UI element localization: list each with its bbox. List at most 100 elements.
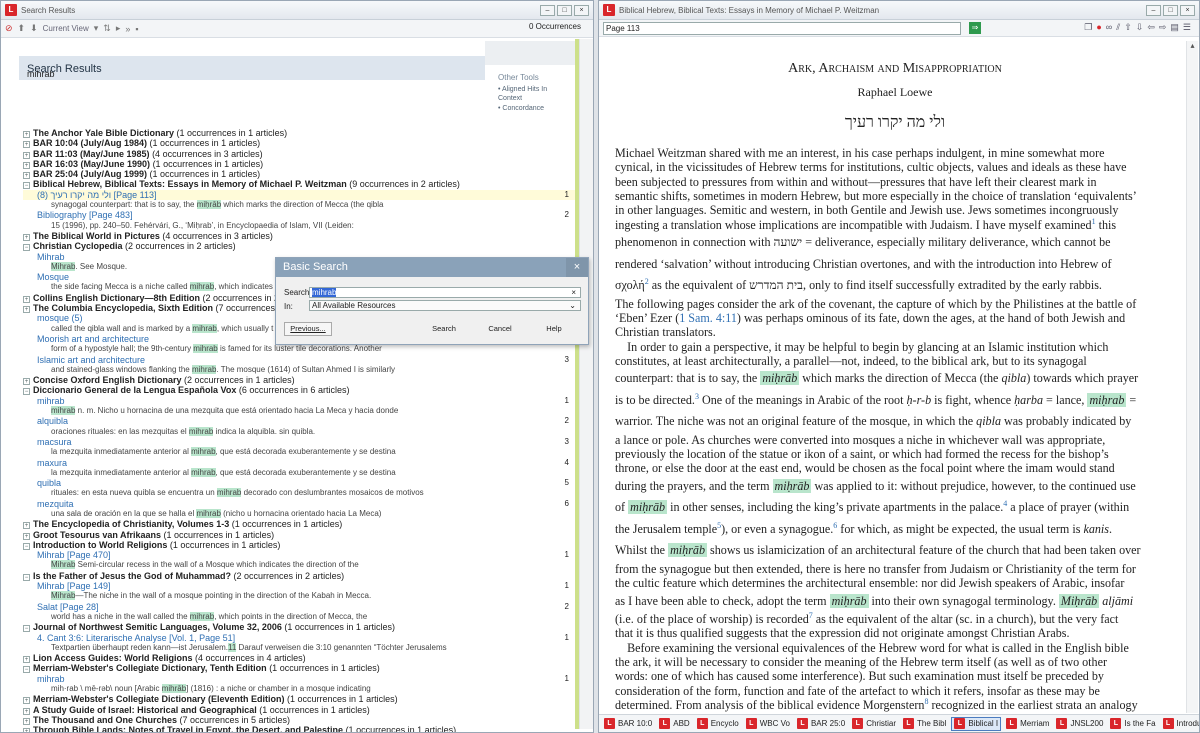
- resource-result-row[interactable]: − Biblical Hebrew, Biblical Texts: Essays…: [23, 179, 575, 190]
- resource-tab[interactable]: L WBC Vo: [744, 717, 792, 731]
- play-icon[interactable]: ▸: [116, 23, 121, 34]
- snippet-row[interactable]: rituales: en esta nueva quibla se encuen…: [23, 488, 575, 498]
- close-button[interactable]: ×: [574, 5, 589, 16]
- resource-result-row[interactable]: + Through Bible Lands: Notes of Travel in…: [23, 725, 575, 732]
- snippet-row[interactable]: synagogal counterpart: that is to say, t…: [23, 200, 575, 210]
- collapse-icon[interactable]: −: [23, 666, 30, 674]
- resource-result-row[interactable]: − Journal of Northwest Semitic Languages,…: [23, 622, 575, 633]
- search-input[interactable]: mihrab ×: [309, 287, 581, 298]
- collapse-icon[interactable]: −: [23, 182, 30, 190]
- article-result-row[interactable]: Salat [Page 28] 2: [23, 602, 575, 612]
- snippet-row[interactable]: Mihrab Semi-circular recess in the wall …: [23, 560, 575, 570]
- copy-icon[interactable]: ❐: [1084, 22, 1092, 33]
- expand-icon[interactable]: +: [23, 172, 30, 180]
- dialog-close-button[interactable]: ×: [566, 258, 588, 277]
- expand-icon[interactable]: +: [23, 728, 30, 732]
- forward-icon[interactable]: ⇨: [1159, 22, 1167, 33]
- up-icon[interactable]: ⇧: [1124, 22, 1132, 33]
- expand-icon[interactable]: +: [23, 131, 30, 138]
- resource-result-row[interactable]: + Merriam-Webster's Collegiate Dictionary…: [23, 694, 575, 705]
- article-result-row[interactable]: mezquita 6: [23, 499, 575, 509]
- collapse-icon[interactable]: −: [23, 573, 30, 581]
- menu-icon[interactable]: ☰: [1183, 22, 1191, 33]
- back-icon[interactable]: ⇦: [1147, 22, 1155, 33]
- article-result-row[interactable]: maxura 4: [23, 458, 575, 468]
- link-icon[interactable]: ∞: [1106, 22, 1112, 33]
- resource-result-row[interactable]: + Concise Oxford English Dictionary (2 oc…: [23, 375, 575, 386]
- resource-select[interactable]: All Available Resources ⌄: [309, 300, 581, 311]
- resource-result-row[interactable]: − Diccionario General de la Lengua Españo…: [23, 385, 575, 396]
- expand-icon[interactable]: +: [23, 378, 30, 386]
- expand-icon[interactable]: +: [23, 233, 30, 241]
- resource-tab[interactable]: L JNSL200: [1054, 717, 1105, 731]
- expand-icon[interactable]: +: [23, 151, 30, 159]
- snippet-row[interactable]: mih·rab \ mē-rəb\ noun [Arabic mihrāb] (…: [23, 684, 575, 694]
- article-result-row[interactable]: quibla 5: [23, 478, 575, 488]
- expand-icon[interactable]: +: [23, 707, 30, 715]
- snippet-row[interactable]: and stained-glass windows flanking the m…: [23, 364, 575, 375]
- resource-tab[interactable]: L Encyclo: [695, 717, 741, 731]
- previous-button[interactable]: Previous...: [284, 322, 332, 336]
- article-result-row[interactable]: 4. Cant 3:6: Literarische Analyse [Vol. …: [23, 633, 575, 643]
- search-button[interactable]: Search: [424, 322, 464, 336]
- resource-result-row[interactable]: + BAR 11:03 (May/June 1985) (4 occurrence…: [23, 149, 575, 159]
- resource-result-row[interactable]: + Lion Access Guides: World Religions (4 …: [23, 653, 575, 664]
- article-result-row[interactable]: alquibla 2: [23, 416, 575, 426]
- clear-icon[interactable]: ×: [571, 288, 576, 297]
- go-icon[interactable]: ⇒: [969, 22, 981, 34]
- parallel-icon[interactable]: ⫽: [1116, 22, 1120, 33]
- resource-tab[interactable]: L Christiar: [850, 717, 898, 731]
- maximize-button[interactable]: □: [1163, 5, 1178, 16]
- cancel-button[interactable]: Cancel: [480, 322, 520, 336]
- collapse-icon[interactable]: −: [23, 542, 30, 550]
- scroll-up-icon[interactable]: ▴: [1187, 41, 1198, 50]
- snippet-row[interactable]: world has a niche in the wall called the…: [23, 611, 575, 622]
- close-button[interactable]: ×: [1180, 5, 1195, 16]
- resource-result-row[interactable]: + Groot Tesourus van Afrikaans (1 occurre…: [23, 530, 575, 540]
- stop-square-icon[interactable]: ▪: [135, 24, 138, 34]
- resource-tab[interactable]: L BAR 25:0: [795, 717, 847, 731]
- maximize-button[interactable]: □: [557, 5, 572, 16]
- article-result-row[interactable]: ולי מה יקרו רעיך (8) [Page 113] 1: [23, 189, 575, 201]
- fast-forward-icon[interactable]: »: [125, 24, 130, 34]
- resource-tab[interactable]: L Biblical I: [951, 716, 1002, 731]
- resource-result-row[interactable]: + The Biblical World in Pictures (4 occur…: [23, 231, 575, 241]
- article-result-row[interactable]: Mihrab [Page 149] 1: [23, 581, 575, 591]
- document-scrollbar[interactable]: ▴: [1186, 41, 1198, 713]
- expand-icon[interactable]: +: [23, 717, 30, 725]
- resource-tab[interactable]: L Merriam: [1004, 717, 1051, 731]
- expand-icon[interactable]: +: [23, 532, 30, 540]
- resource-result-row[interactable]: + The Encyclopedia of Christianity, Volum…: [23, 519, 575, 530]
- sort-icon[interactable]: ⇅: [103, 23, 111, 34]
- snippet-row[interactable]: Textpartien überhaupt reden kann—ist Jer…: [23, 642, 575, 653]
- resource-result-row[interactable]: + A Study Guide of Israel: Historical and…: [23, 705, 575, 715]
- resource-result-row[interactable]: + BAR 25:04 (July/Aug 1999) (1 occurrence…: [23, 169, 575, 180]
- snippet-row[interactable]: form of a hypostyle hall; the 9th-centur…: [23, 344, 575, 354]
- snippet-row[interactable]: la mezquita inmediatamente anterior al m…: [23, 447, 575, 457]
- down-arrow-icon[interactable]: ⬇: [30, 23, 38, 34]
- expand-icon[interactable]: +: [23, 697, 30, 705]
- expand-icon[interactable]: +: [23, 306, 30, 314]
- resource-result-row[interactable]: + The Thousand and One Churches (7 occurr…: [23, 715, 575, 725]
- article-result-row[interactable]: Bibliography [Page 483] 2: [23, 210, 575, 220]
- help-button[interactable]: Help: [534, 322, 574, 336]
- article-result-row[interactable]: mihrab 1: [23, 674, 575, 684]
- other-tools-link[interactable]: Context: [498, 94, 547, 104]
- expand-icon[interactable]: +: [23, 295, 30, 303]
- resource-tab[interactable]: L The Bibl: [901, 717, 948, 731]
- other-tools-link[interactable]: • Aligned Hits In: [498, 85, 547, 95]
- snippet-row[interactable]: oraciones rituales: en las mezquitas el …: [23, 426, 575, 437]
- resource-tab[interactable]: L ABD: [657, 717, 691, 731]
- expand-icon[interactable]: +: [23, 522, 30, 530]
- down-icon[interactable]: ⇩: [1136, 22, 1144, 33]
- results-scrollbar[interactable]: [579, 39, 593, 729]
- minimize-button[interactable]: –: [540, 5, 555, 16]
- view-dropdown[interactable]: Current View: [43, 24, 89, 33]
- page-input[interactable]: Page 113: [603, 21, 961, 35]
- snippet-row[interactable]: Mihrab—The niche in the wall of a mosque…: [23, 591, 575, 601]
- minimize-button[interactable]: –: [1146, 5, 1161, 16]
- expand-icon[interactable]: +: [23, 656, 30, 664]
- snippet-row[interactable]: 15 (1996), pp. 240–50. Fehérvári, G., ‘M…: [23, 221, 575, 231]
- stop-icon[interactable]: ⊘: [5, 23, 13, 34]
- resource-tab[interactable]: L Is the Fa: [1108, 717, 1157, 731]
